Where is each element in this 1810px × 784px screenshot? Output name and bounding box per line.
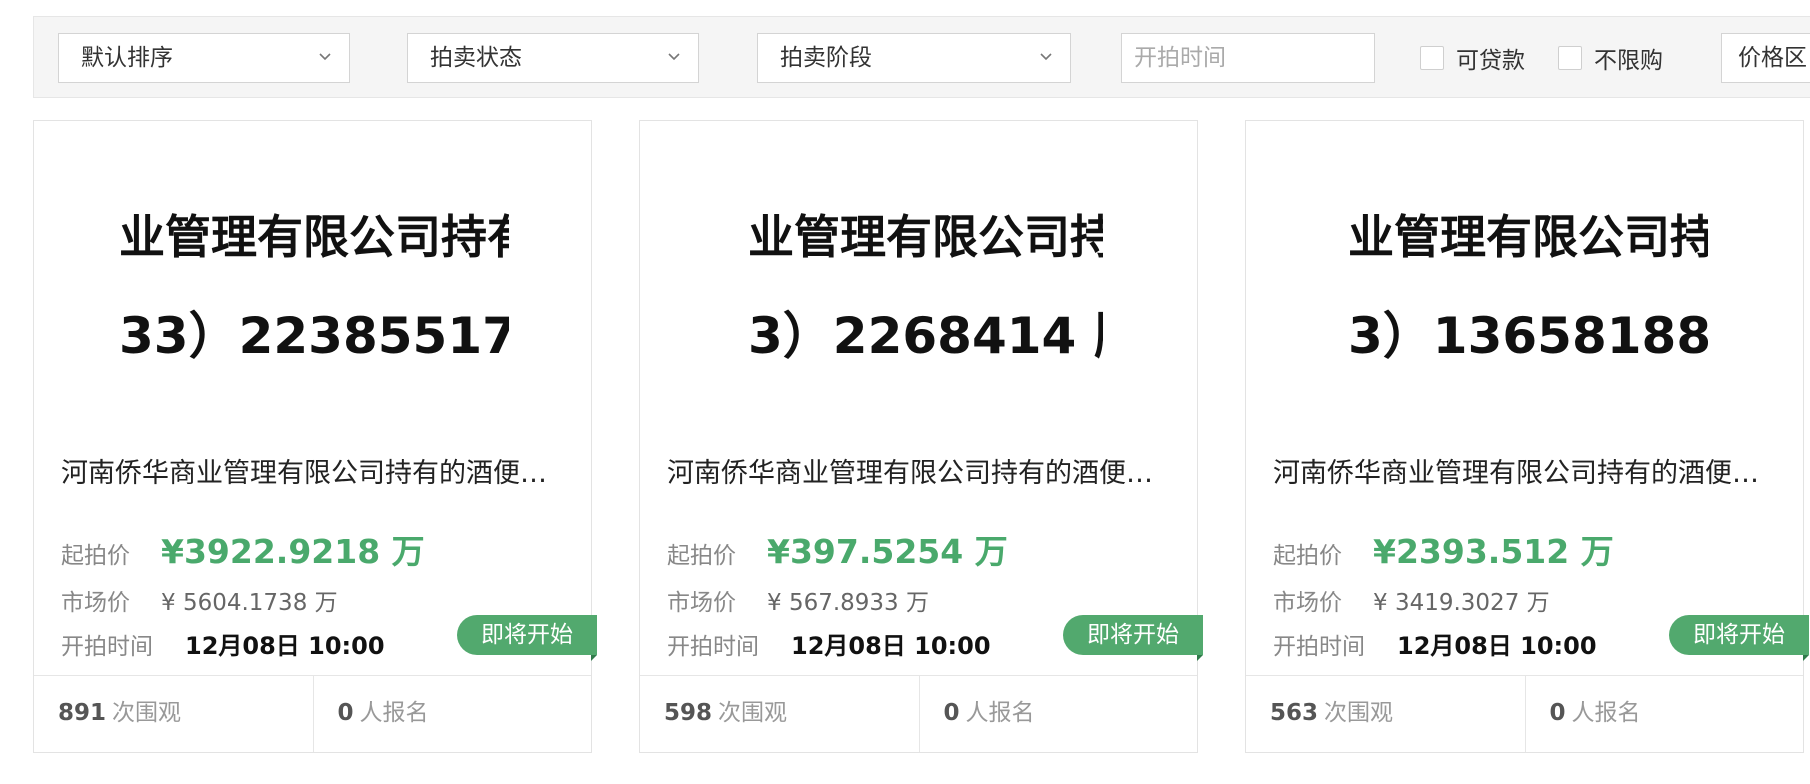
signups-count: 0 人报名 — [1524, 676, 1804, 752]
start-time-input[interactable]: 开拍时间 — [1121, 33, 1375, 83]
item-image[interactable]: 业管理有限公司持有 33）22385517 股 — [119, 191, 509, 421]
views-number: 891 — [58, 700, 107, 726]
market-price-label: 市场价 — [667, 590, 736, 616]
signups-number: 0 — [337, 700, 354, 726]
unlimited-filter[interactable]: 不限购 — [1558, 33, 1663, 83]
market-price-row: 市场价 ¥ 567.8933 万 — [667, 583, 929, 617]
item-image[interactable]: 业管理有限公司持 3）2268414 股 — [748, 191, 1103, 421]
start-price-value: ¥3922.9218 万 — [161, 532, 425, 571]
views-suffix: 次围观 — [112, 700, 182, 726]
loanable-filter[interactable]: 可贷款 — [1420, 33, 1525, 83]
card-footer: 891 次围观 0 人报名 — [34, 675, 591, 752]
auction-stage-value: 拍卖阶段 — [780, 45, 872, 71]
chevron-down-icon — [1040, 53, 1052, 61]
start-time-row: 开拍时间 12月08日 10:00 — [667, 626, 991, 661]
loanable-label: 可贷款 — [1456, 48, 1525, 74]
start-time-placeholder: 开拍时间 — [1134, 45, 1226, 71]
item-title[interactable]: 河南侨华商业管理有限公司持有的酒便利股份有限公司（证券代码：837333）226… — [667, 451, 1172, 490]
item-image[interactable]: 业管理有限公司持 3）13658188 股 — [1348, 191, 1708, 421]
filter-bar: 默认排序 拍卖状态 拍卖阶段 开拍时间 可贷款 不限购 价格区 — [33, 16, 1810, 98]
start-price-label: 起拍价 — [1273, 543, 1342, 569]
views-number: 563 — [1270, 700, 1319, 726]
sort-select-value: 默认排序 — [81, 45, 173, 71]
chevron-down-icon — [668, 53, 680, 61]
image-text-line1: 业管理有限公司持 — [1348, 210, 1708, 264]
start-time-label: 开拍时间 — [61, 634, 153, 660]
market-price-label: 市场价 — [61, 590, 130, 616]
market-price-value: ¥ 5604.1738 万 — [161, 590, 338, 616]
start-price-value: ¥397.5254 万 — [767, 532, 1008, 571]
start-price-label: 起拍价 — [61, 543, 130, 569]
unlimited-checkbox[interactable] — [1558, 46, 1582, 70]
start-price-value: ¥2393.512 万 — [1373, 532, 1614, 571]
market-price-row: 市场价 ¥ 5604.1738 万 — [61, 583, 338, 617]
auction-card[interactable]: 业管理有限公司持 3）2268414 股 河南侨华商业管理有限公司持有的酒便利股… — [639, 120, 1203, 753]
status-badge: 即将开始 — [1063, 615, 1203, 661]
signups-count: 0 人报名 — [312, 676, 592, 752]
views-suffix: 次围观 — [718, 700, 788, 726]
auction-stage-select[interactable]: 拍卖阶段 — [757, 33, 1071, 83]
status-badge: 即将开始 — [457, 615, 597, 661]
signups-suffix: 人报名 — [359, 700, 429, 726]
start-time-value: 12月08日 10:00 — [185, 632, 385, 660]
loanable-checkbox[interactable] — [1420, 46, 1444, 70]
auction-status-select[interactable]: 拍卖状态 — [407, 33, 699, 83]
auction-status-value: 拍卖状态 — [430, 45, 522, 71]
market-price-value: ¥ 567.8933 万 — [767, 590, 929, 616]
signups-suffix: 人报名 — [965, 700, 1035, 726]
start-time-label: 开拍时间 — [667, 634, 759, 660]
start-time-row: 开拍时间 12月08日 10:00 — [1273, 626, 1597, 661]
image-text-line2: 33）22385517 股 — [119, 307, 509, 365]
chevron-down-icon — [319, 53, 331, 61]
image-text-line2: 3）13658188 股 — [1348, 307, 1708, 365]
price-range-filter[interactable]: 价格区 — [1721, 33, 1810, 83]
image-text-line2: 3）2268414 股 — [748, 307, 1103, 365]
start-price-row: 起拍价 ¥3922.9218 万 — [61, 525, 425, 573]
start-price-label: 起拍价 — [667, 543, 736, 569]
signups-number: 0 — [943, 700, 960, 726]
status-badge: 即将开始 — [1669, 615, 1809, 661]
views-suffix: 次围观 — [1324, 700, 1394, 726]
signups-suffix: 人报名 — [1571, 700, 1641, 726]
card-footer: 563 次围观 0 人报名 — [1246, 675, 1803, 752]
card-footer: 598 次围观 0 人报名 — [640, 675, 1197, 752]
auction-card[interactable]: 业管理有限公司持有 33）22385517 股 河南侨华商业管理有限公司持有的酒… — [33, 120, 597, 753]
signups-number: 0 — [1549, 700, 1566, 726]
start-time-row: 开拍时间 12月08日 10:00 — [61, 626, 385, 661]
market-price-label: 市场价 — [1273, 590, 1342, 616]
market-price-value: ¥ 3419.3027 万 — [1373, 590, 1550, 616]
price-range-label: 价格区 — [1738, 45, 1807, 71]
sort-select[interactable]: 默认排序 — [58, 33, 350, 83]
views-count: 563 次围观 — [1246, 676, 1525, 752]
signups-count: 0 人报名 — [918, 676, 1198, 752]
image-text-line1: 业管理有限公司持有 — [119, 210, 509, 264]
auction-card[interactable]: 业管理有限公司持 3）13658188 股 河南侨华商业管理有限公司持有的酒便利… — [1245, 120, 1809, 753]
views-count: 598 次围观 — [640, 676, 919, 752]
start-price-row: 起拍价 ¥397.5254 万 — [667, 525, 1008, 573]
start-time-value: 12月08日 10:00 — [791, 632, 991, 660]
start-price-row: 起拍价 ¥2393.512 万 — [1273, 525, 1614, 573]
views-count: 891 次围观 — [34, 676, 313, 752]
unlimited-label: 不限购 — [1594, 48, 1663, 74]
start-time-value: 12月08日 10:00 — [1397, 632, 1597, 660]
market-price-row: 市场价 ¥ 3419.3027 万 — [1273, 583, 1550, 617]
start-time-label: 开拍时间 — [1273, 634, 1365, 660]
views-number: 598 — [664, 700, 713, 726]
item-title[interactable]: 河南侨华商业管理有限公司持有的酒便利股份有限公司（证券代码：837333）223… — [61, 451, 566, 490]
item-title[interactable]: 河南侨华商业管理有限公司持有的酒便利股份有限公司（证券代码：837333）136… — [1273, 451, 1778, 490]
image-text-line1: 业管理有限公司持 — [748, 210, 1103, 264]
